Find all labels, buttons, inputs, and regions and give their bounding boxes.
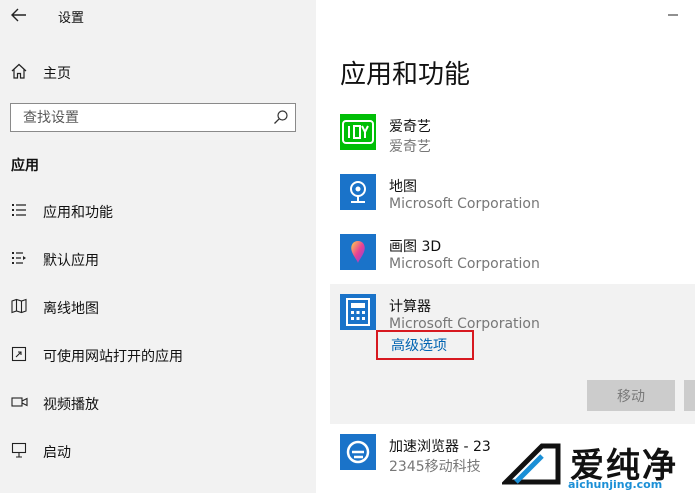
search-input[interactable]: [23, 108, 263, 128]
app-list-item[interactable]: 画图 3D Microsoft Corporation: [330, 230, 695, 286]
app-name: 画图 3D: [389, 239, 442, 255]
sidebar-item-label: 可使用网站打开的应用: [43, 349, 183, 365]
sidebar-item-label: 应用和功能: [43, 205, 113, 221]
sidebar-item-home[interactable]: 主页: [0, 56, 316, 88]
app-publisher: 爱奇艺: [389, 139, 431, 155]
apps-for-websites-icon: [11, 346, 27, 366]
default-apps-icon: [11, 250, 27, 270]
highlight-box: [376, 330, 474, 360]
minimize-icon: [668, 14, 678, 16]
back-button[interactable]: [8, 4, 30, 26]
move-button[interactable]: 移动: [587, 380, 675, 411]
uninstall-button[interactable]: [684, 380, 695, 411]
app-name: 地图: [389, 179, 417, 195]
title-bar: 设置: [0, 0, 316, 32]
startup-icon: [11, 442, 27, 462]
sidebar-item-apps-features[interactable]: 应用和功能: [0, 193, 316, 229]
maps-icon: [340, 174, 376, 210]
sidebar-item-offline-maps[interactable]: 离线地图: [0, 289, 316, 325]
minimize-button[interactable]: [667, 6, 679, 25]
app-list-item[interactable]: 地图 Microsoft Corporation: [330, 170, 695, 226]
back-arrow-icon: [11, 8, 26, 22]
app-name: 爱奇艺: [389, 119, 431, 135]
move-button-label: 移动: [617, 388, 645, 405]
sidebar-item-label: 默认应用: [43, 253, 99, 269]
sidebar: 设置 主页 应用 应用和功能: [0, 0, 316, 493]
home-label: 主页: [43, 66, 71, 82]
app-publisher: 2345移动科技: [389, 459, 481, 475]
window-title: 设置: [58, 11, 85, 26]
iqiyi-icon: [340, 114, 376, 150]
section-title-apps: 应用: [11, 158, 39, 174]
main-panel: 应用和功能 爱奇艺 爱奇艺 地图 Microsoft Corporation 画…: [316, 0, 695, 493]
search-box[interactable]: [10, 103, 296, 132]
app-name: 加速浏览器 - 23: [389, 439, 491, 455]
video-playback-icon: [11, 394, 28, 414]
app-list-item[interactable]: 爱奇艺 爱奇艺: [330, 110, 695, 166]
browser-icon: [340, 434, 376, 470]
apps-list-icon: [11, 202, 27, 222]
app-publisher: Microsoft Corporation: [389, 256, 540, 272]
calculator-icon: [340, 294, 376, 330]
sidebar-item-video-playback[interactable]: 视频播放: [0, 385, 316, 421]
sidebar-item-label: 离线地图: [43, 301, 99, 317]
sidebar-item-label: 视频播放: [43, 397, 99, 413]
watermark-logo-icon: [502, 443, 561, 485]
watermark-url: aichunjing.com: [568, 478, 663, 491]
search-icon[interactable]: [273, 109, 289, 129]
page-title: 应用和功能: [340, 60, 471, 90]
app-publisher: Microsoft Corporation: [389, 196, 540, 212]
sidebar-item-apps-for-websites[interactable]: 可使用网站打开的应用: [0, 337, 316, 373]
watermark: 爱纯净 aichunjing.com: [498, 438, 695, 493]
paint3d-icon: [340, 234, 376, 270]
offline-maps-icon: [11, 298, 28, 318]
home-icon: [11, 63, 27, 83]
app-name: 计算器: [389, 299, 431, 315]
sidebar-item-default-apps[interactable]: 默认应用: [0, 241, 316, 277]
sidebar-item-startup[interactable]: 启动: [0, 433, 316, 469]
sidebar-item-label: 启动: [43, 445, 71, 461]
